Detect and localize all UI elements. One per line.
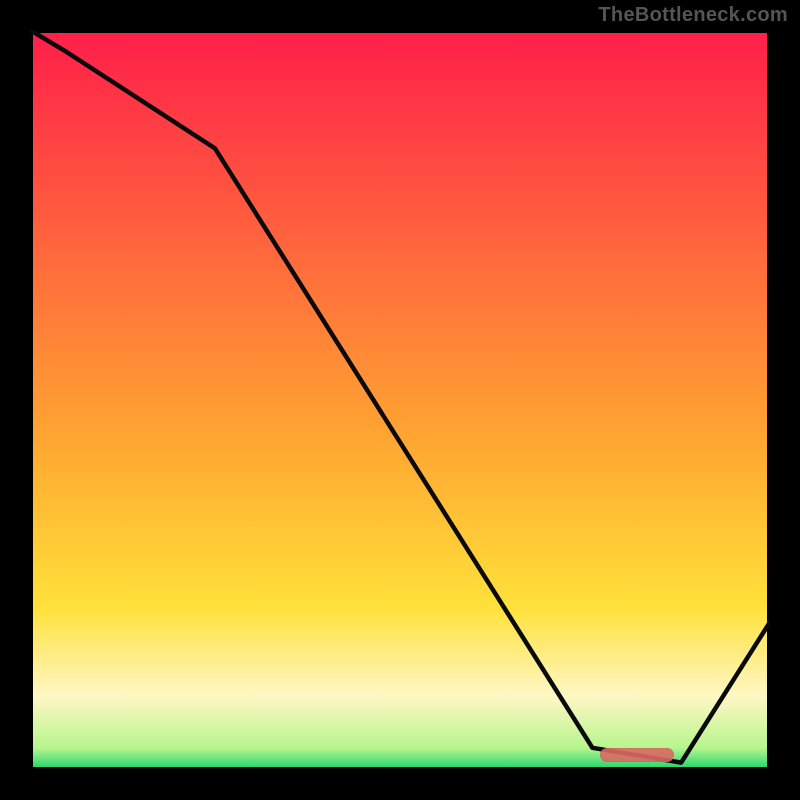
watermark-text: TheBottleneck.com (598, 4, 788, 27)
gradient-background (30, 30, 770, 770)
chart-stage: TheBottleneck.com (0, 0, 800, 800)
plot-area (30, 30, 770, 770)
chart-svg (30, 30, 770, 770)
optimal-range-marker (600, 748, 674, 762)
